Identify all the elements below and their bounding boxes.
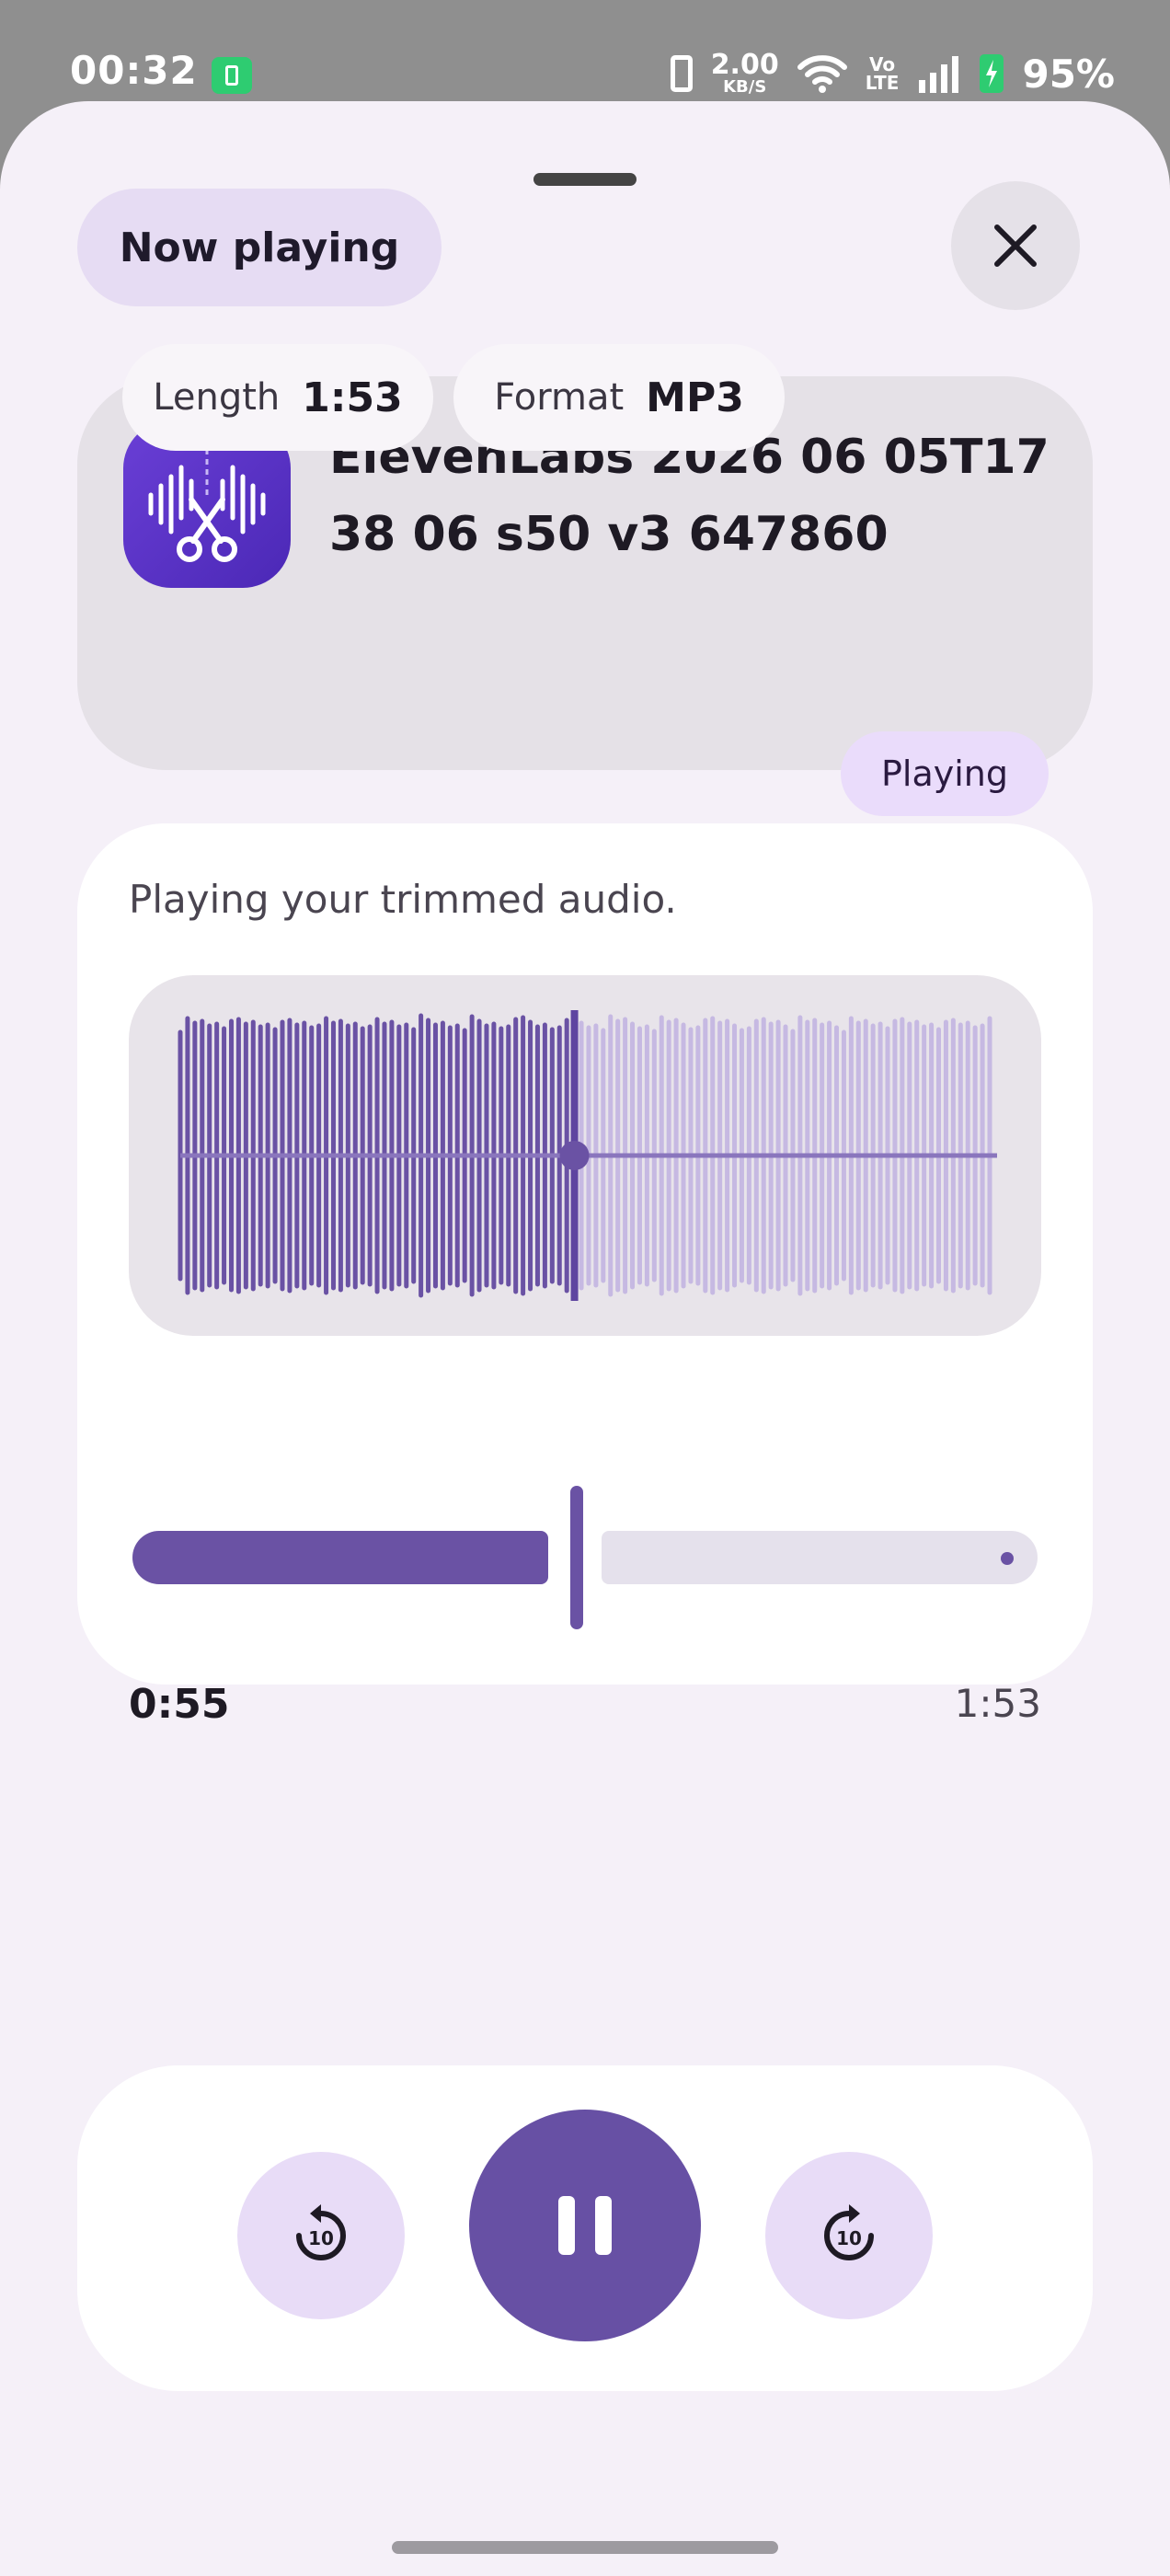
forward-10-icon: 10: [824, 2204, 874, 2260]
status-icons: 2.00 KB/S Vo LTE 95%: [670, 46, 1115, 101]
volte-bottom: LTE: [865, 72, 900, 94]
vibrate-icon: [670, 55, 693, 92]
length-pill: Length 1:53: [122, 344, 433, 451]
playhead-dot[interactable]: [559, 1141, 590, 1170]
wifi-icon: [797, 55, 847, 93]
status-time: 00:32: [70, 48, 198, 93]
volte-top: Vo: [869, 53, 896, 75]
network-speed-value: 2.00: [710, 49, 779, 81]
length-value: 1:53: [302, 374, 403, 421]
status-bar: 00:32 2.00 KB/S Vo LTE 95%: [0, 0, 1170, 101]
pause-icon: [558, 2196, 612, 2255]
current-time: 0:55: [129, 1681, 230, 1728]
close-icon: [994, 224, 1037, 267]
rewind-10-button[interactable]: 10: [237, 2152, 405, 2319]
play-pause-button[interactable]: [469, 2110, 701, 2341]
playback-controls: 10 10: [77, 2065, 1093, 2391]
playing-badge: Playing: [841, 731, 1049, 816]
network-speed: 2.00 KB/S: [711, 52, 779, 96]
waveform[interactable]: [129, 975, 1041, 1336]
battery-saver-icon: [212, 57, 252, 94]
rewind-label: 10: [308, 2227, 334, 2249]
waveform-bars: [178, 1010, 997, 1301]
drag-handle[interactable]: [533, 173, 637, 186]
close-button[interactable]: [951, 181, 1080, 310]
seek-track: [602, 1531, 1038, 1584]
status-text: Playing your trimmed audio.: [129, 877, 677, 922]
length-label: Length: [153, 376, 281, 419]
seek-bar[interactable]: [132, 1486, 1038, 1629]
network-speed-unit: KB/S: [723, 77, 767, 97]
format-label: Format: [494, 376, 625, 419]
gesture-nav-bar[interactable]: [392, 2541, 778, 2554]
seek-progress: [132, 1531, 548, 1584]
now-playing-chip: Now playing: [77, 189, 442, 306]
volte-indicator: Vo LTE: [866, 55, 900, 92]
replay-10-icon: 10: [296, 2204, 346, 2260]
battery-icon: [980, 54, 1004, 93]
forward-label: 10: [836, 2227, 862, 2249]
total-time: 1:53: [954, 1681, 1041, 1726]
signal-icon: [919, 56, 959, 93]
seek-end-dot: [1001, 1552, 1014, 1565]
seek-thumb[interactable]: [570, 1486, 583, 1629]
format-pill: Format MP3: [453, 344, 785, 451]
player-card: Playing your trimmed audio. 0:55 1:53: [77, 823, 1093, 1728]
battery-percent: 95%: [1022, 51, 1115, 97]
forward-10-button[interactable]: 10: [765, 2152, 933, 2319]
format-value: MP3: [646, 374, 744, 421]
